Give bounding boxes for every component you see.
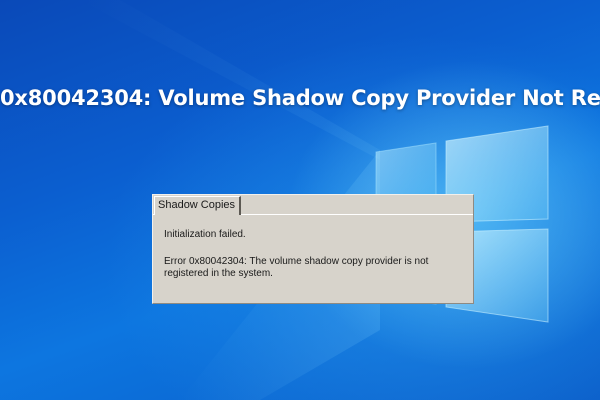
tab-shadow-copies[interactable]: Shadow Copies bbox=[154, 196, 242, 215]
shadow-copies-dialog: Shadow Copies Initialization failed. Err… bbox=[152, 194, 474, 304]
desktop-background: 0x80042304: Volume Shadow Copy Provider … bbox=[0, 0, 600, 400]
tab-strip: Shadow Copies bbox=[153, 195, 473, 215]
page-title: 0x80042304: Volume Shadow Copy Provider … bbox=[0, 86, 600, 110]
initialization-failed-text: Initialization failed. bbox=[164, 229, 246, 240]
error-message-text: Error 0x80042304: The volume shadow copy… bbox=[164, 256, 429, 279]
dialog-message: Initialization failed. Error 0x80042304:… bbox=[164, 229, 464, 280]
